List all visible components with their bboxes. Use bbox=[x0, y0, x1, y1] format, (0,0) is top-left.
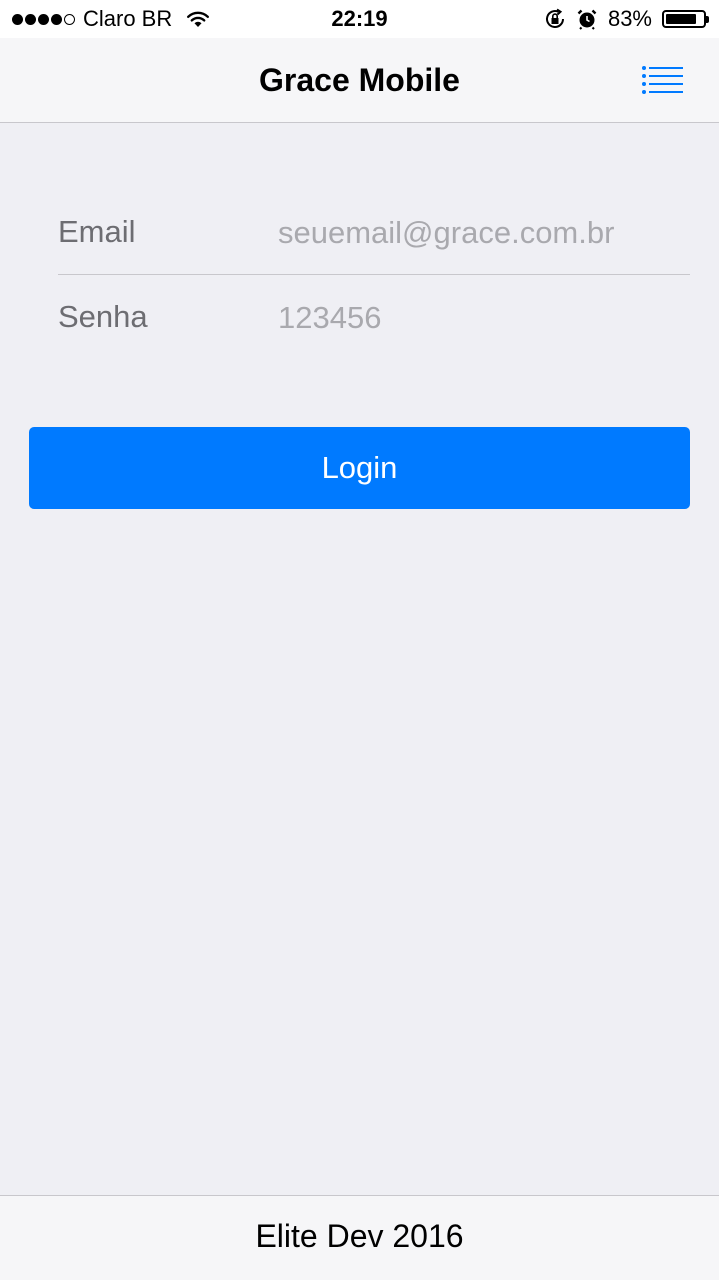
battery-percent: 83% bbox=[607, 6, 652, 31]
battery-icon bbox=[662, 10, 709, 28]
battery-cap bbox=[706, 15, 709, 23]
password-row: Senha bbox=[58, 275, 690, 359]
email-row: Email bbox=[58, 190, 690, 275]
password-field[interactable] bbox=[278, 291, 678, 345]
status-bar: Claro BR 22:19 83% bbox=[0, 0, 719, 38]
login-button[interactable]: Login bbox=[29, 427, 690, 509]
list-icon bbox=[642, 66, 683, 94]
page-title: Grace Mobile bbox=[259, 62, 460, 98]
status-right: 83% bbox=[544, 6, 709, 32]
battery-fill bbox=[666, 14, 696, 24]
footer-text: Elite Dev 2016 bbox=[255, 1218, 464, 1254]
password-label: Senha bbox=[58, 299, 148, 334]
footer-bar: Elite Dev 2016 bbox=[0, 1195, 719, 1280]
orientation-lock-icon bbox=[545, 8, 564, 28]
navigation-bar: Grace Mobile bbox=[0, 38, 719, 123]
email-label: Email bbox=[58, 214, 136, 249]
battery-body bbox=[662, 10, 706, 28]
email-field[interactable] bbox=[278, 206, 678, 260]
alarm-icon bbox=[577, 9, 597, 30]
login-form: Email Senha bbox=[58, 190, 690, 359]
menu-button[interactable] bbox=[641, 64, 685, 96]
